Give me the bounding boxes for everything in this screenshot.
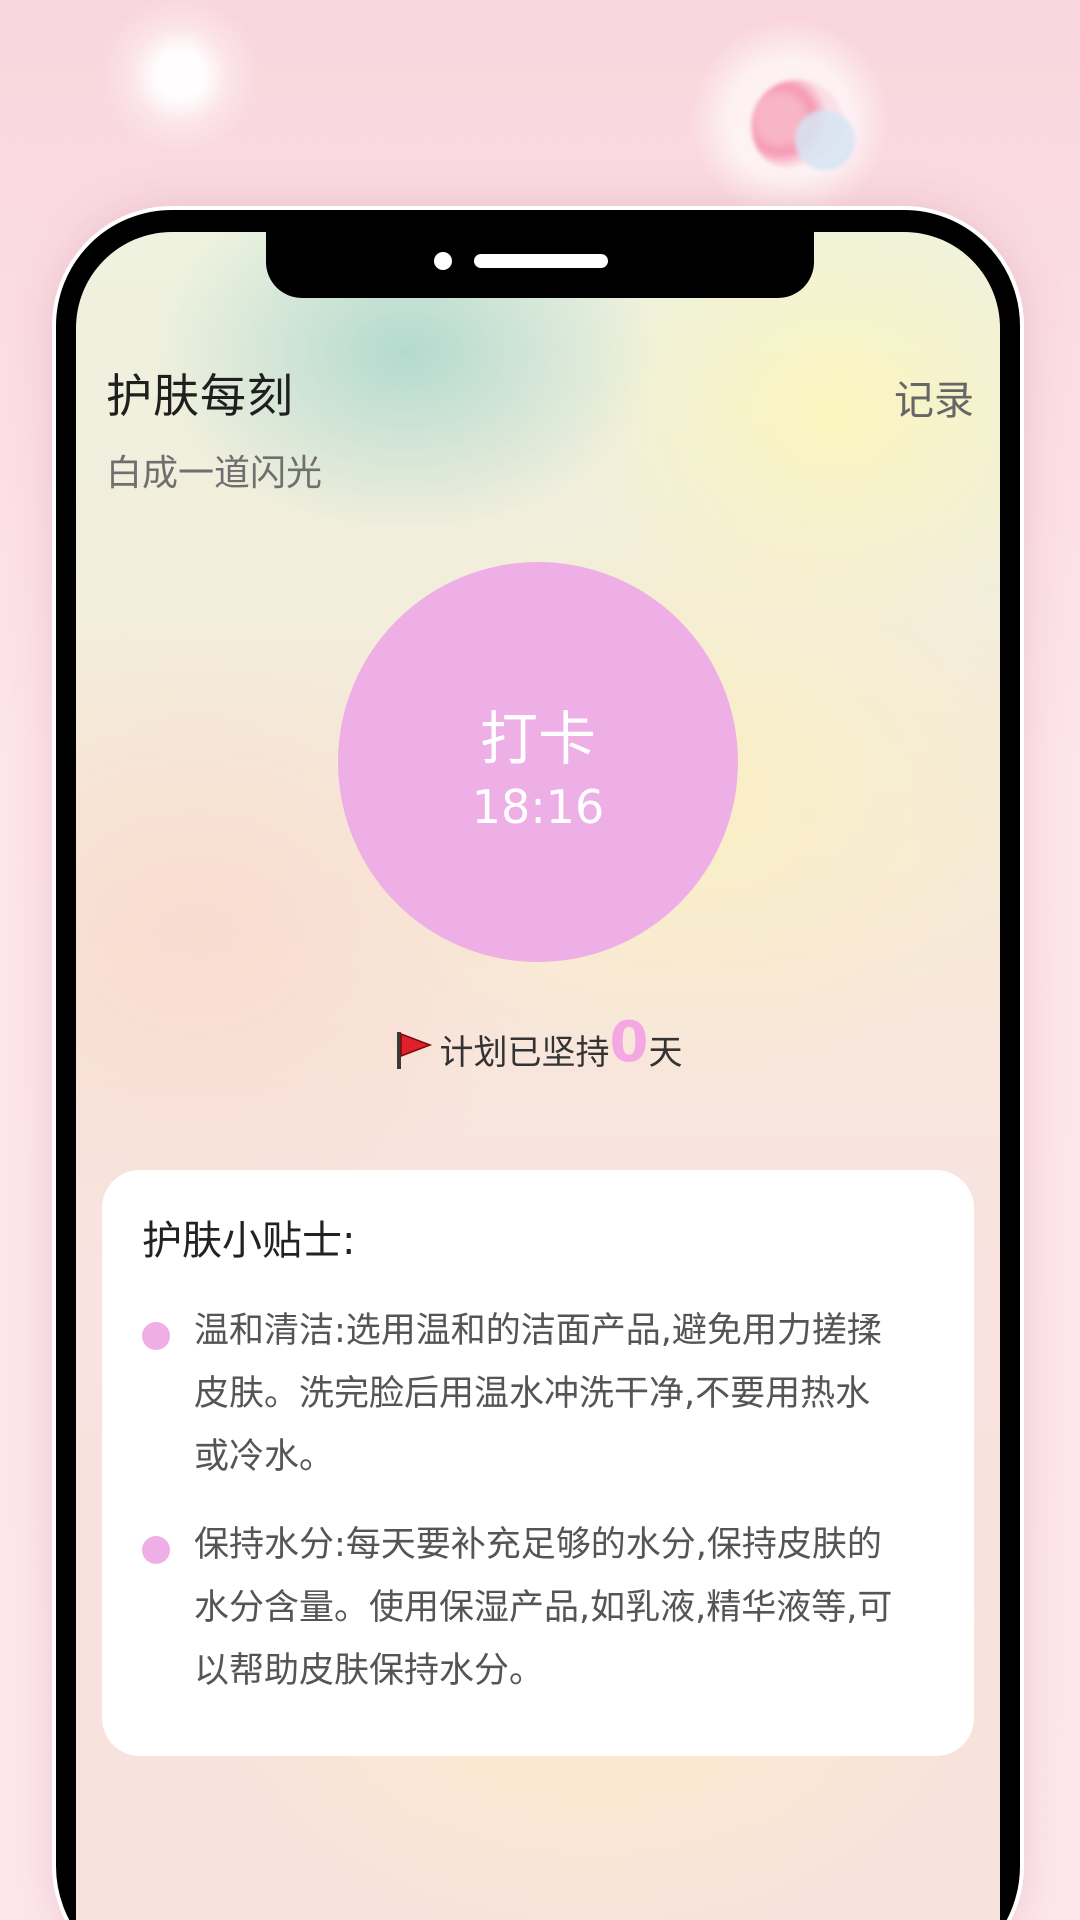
red-flag-icon: [396, 1031, 432, 1069]
streak-status: 计划已坚持0天: [76, 1010, 1000, 1075]
streak-prefix: 计划已坚持: [439, 1033, 610, 1073]
bullet-dot-icon: [142, 1536, 170, 1564]
checkin-button[interactable]: 打卡 18:16: [338, 562, 738, 962]
phone-notch: [266, 232, 814, 298]
bullet-dot-icon: [142, 1322, 170, 1350]
checkin-time: 18:16: [471, 780, 605, 834]
speaker-icon: [474, 254, 608, 268]
streak-count: 0: [609, 1010, 649, 1075]
phone-frame: 护肤每刻 白成一道闪光 记录 打卡 18:16 计划已坚持0天 护肤小贴士: 温…: [52, 206, 1024, 1920]
checkin-label: 打卡: [479, 705, 596, 773]
page-title: 护肤每刻: [106, 369, 294, 423]
tip-text: 保持水分:每天要补充足够的水分,保持皮肤的水分含量。使用保湿产品,如乳液,精华液…: [194, 1525, 893, 1691]
tips-title: 护肤小贴士:: [142, 1218, 356, 1264]
record-link[interactable]: 记录: [894, 368, 974, 426]
tip-item: 保持水分:每天要补充足够的水分,保持皮肤的水分含量。使用保湿产品,如乳液,精华液…: [142, 1514, 894, 1703]
tips-card: 护肤小贴士: 温和清洁:选用温和的洁面产品,避免用力搓揉皮肤。洗完脸后用温水冲洗…: [102, 1170, 974, 1756]
app-screen: 护肤每刻 白成一道闪光 记录 打卡 18:16 计划已坚持0天 护肤小贴士: 温…: [76, 232, 1000, 1920]
tip-item: 温和清洁:选用温和的洁面产品,避免用力搓揉皮肤。洗完脸后用温水冲洗干净,不要用热…: [142, 1300, 894, 1489]
camera-icon: [434, 252, 452, 270]
tip-text: 温和清洁:选用温和的洁面产品,避免用力搓揉皮肤。洗完脸后用温水冲洗干净,不要用热…: [194, 1311, 882, 1477]
page-subtitle: 白成一道闪光: [106, 453, 323, 494]
decorative-heart-icon: [738, 66, 860, 178]
streak-suffix: 天: [648, 1033, 683, 1073]
